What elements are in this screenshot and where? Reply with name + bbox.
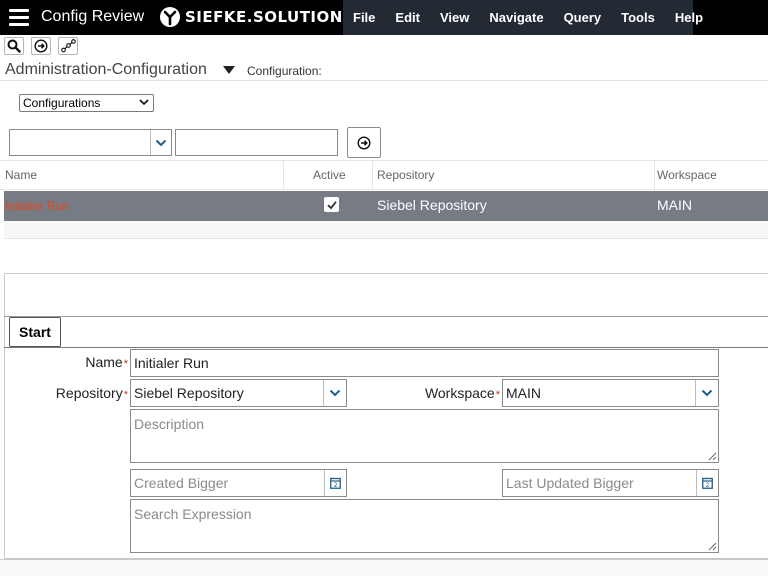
updated-calendar-button[interactable]: 2 bbox=[696, 470, 718, 496]
column-header-repository[interactable]: Repository bbox=[377, 168, 434, 182]
go-icon bbox=[34, 39, 48, 53]
menu-bar: File Edit View Navigate Query Tools Help bbox=[343, 0, 703, 35]
created-placeholder: Created Bigger bbox=[134, 475, 229, 491]
menu-file[interactable]: File bbox=[343, 0, 385, 35]
column-divider bbox=[654, 161, 655, 190]
name-label-text: Name bbox=[85, 354, 123, 370]
column-divider bbox=[372, 161, 373, 190]
brand-mark-icon bbox=[160, 7, 180, 27]
name-field-value: Initialer Run bbox=[134, 355, 209, 371]
required-marker: * bbox=[495, 389, 500, 401]
brand-logo: SIEFKE.SOLUTIONS bbox=[159, 5, 354, 29]
workspace-label-text: Workspace bbox=[424, 385, 495, 401]
calendar-icon: 2 bbox=[330, 477, 341, 489]
view-subtitle: Configuration: bbox=[247, 64, 322, 78]
brand-text: SIEFKE.SOLUTIONS bbox=[185, 8, 355, 26]
created-field[interactable]: Created Bigger 2 bbox=[130, 469, 347, 497]
repository-select-value: Siebel Repository bbox=[134, 385, 244, 401]
column-header-active[interactable]: Active bbox=[313, 168, 346, 182]
column-divider bbox=[283, 161, 284, 190]
menu-help[interactable]: Help bbox=[665, 0, 713, 35]
list-header: Name Active Repository Workspace bbox=[0, 160, 768, 190]
menu-edit[interactable]: Edit bbox=[385, 0, 430, 35]
description-placeholder: Description bbox=[134, 416, 205, 432]
go-icon bbox=[357, 135, 371, 150]
resize-handle-icon[interactable] bbox=[708, 452, 717, 461]
row-name-link[interactable]: Initialer Run bbox=[5, 199, 69, 213]
hamburger-menu-icon[interactable] bbox=[9, 9, 29, 26]
workspace-select[interactable]: MAIN bbox=[502, 379, 719, 407]
column-header-name[interactable]: Name bbox=[5, 168, 37, 182]
search-icon bbox=[7, 39, 21, 53]
menu-navigate[interactable]: Navigate bbox=[479, 0, 553, 35]
resize-handle-icon[interactable] bbox=[708, 542, 717, 551]
repository-select[interactable]: Siebel Repository bbox=[130, 379, 347, 407]
query-go-button[interactable] bbox=[347, 127, 381, 158]
query-field-select[interactable] bbox=[9, 129, 172, 156]
svg-text:2: 2 bbox=[334, 482, 338, 489]
chevron-down-icon bbox=[139, 99, 149, 106]
chevron-down-icon bbox=[329, 389, 341, 397]
go-button[interactable] bbox=[31, 37, 51, 55]
updated-placeholder: Last Updated Bigger bbox=[506, 475, 634, 491]
search-expression-textarea[interactable]: Search Expression bbox=[130, 499, 719, 553]
calendar-icon: 2 bbox=[702, 477, 713, 489]
connections-button[interactable] bbox=[58, 37, 78, 55]
description-textarea[interactable]: Description bbox=[130, 409, 719, 463]
tab-start[interactable]: Start bbox=[9, 317, 61, 347]
required-marker: * bbox=[123, 358, 128, 370]
created-calendar-button[interactable]: 2 bbox=[324, 470, 346, 496]
chevron-down-icon bbox=[701, 389, 713, 397]
query-field-dropdown-button[interactable] bbox=[150, 130, 171, 155]
name-label: Name* bbox=[40, 354, 128, 370]
menu-tools[interactable]: Tools bbox=[611, 0, 665, 35]
visibility-select[interactable]: Configurations bbox=[19, 94, 154, 112]
search-button[interactable] bbox=[4, 37, 24, 55]
updated-field[interactable]: Last Updated Bigger 2 bbox=[502, 469, 719, 497]
column-header-workspace[interactable]: Workspace bbox=[657, 168, 717, 182]
workspace-select-value: MAIN bbox=[506, 385, 541, 401]
chevron-down-icon bbox=[155, 139, 167, 146]
divider bbox=[4, 316, 768, 317]
menu-view[interactable]: View bbox=[430, 0, 479, 35]
workspace-dropdown-button[interactable] bbox=[695, 380, 718, 406]
divider bbox=[0, 80, 768, 81]
checkmark-icon bbox=[326, 200, 337, 209]
view-menu-arrow-icon[interactable] bbox=[223, 66, 235, 74]
connections-icon bbox=[60, 39, 76, 53]
row-workspace: MAIN bbox=[657, 197, 692, 213]
view-title: Administration-Configuration bbox=[5, 61, 207, 78]
repository-label: Repository* bbox=[20, 385, 128, 401]
repository-label-text: Repository bbox=[55, 385, 123, 401]
name-field[interactable]: Initialer Run bbox=[130, 349, 719, 377]
svg-text:2: 2 bbox=[706, 482, 710, 489]
repository-dropdown-button[interactable] bbox=[323, 380, 346, 406]
menu-query[interactable]: Query bbox=[554, 0, 612, 35]
row-active-checkbox bbox=[324, 197, 339, 212]
required-marker: * bbox=[123, 389, 128, 401]
search-expression-placeholder: Search Expression bbox=[134, 506, 252, 522]
query-value-input[interactable] bbox=[175, 129, 338, 156]
footer-strip bbox=[0, 560, 768, 576]
row-repository: Siebel Repository bbox=[377, 197, 487, 213]
divider bbox=[4, 347, 768, 348]
list-empty-area bbox=[4, 221, 768, 239]
app-title: Config Review bbox=[41, 8, 145, 25]
visibility-select-value: Configurations bbox=[23, 96, 101, 110]
workspace-label: Workspace* bbox=[380, 385, 500, 401]
